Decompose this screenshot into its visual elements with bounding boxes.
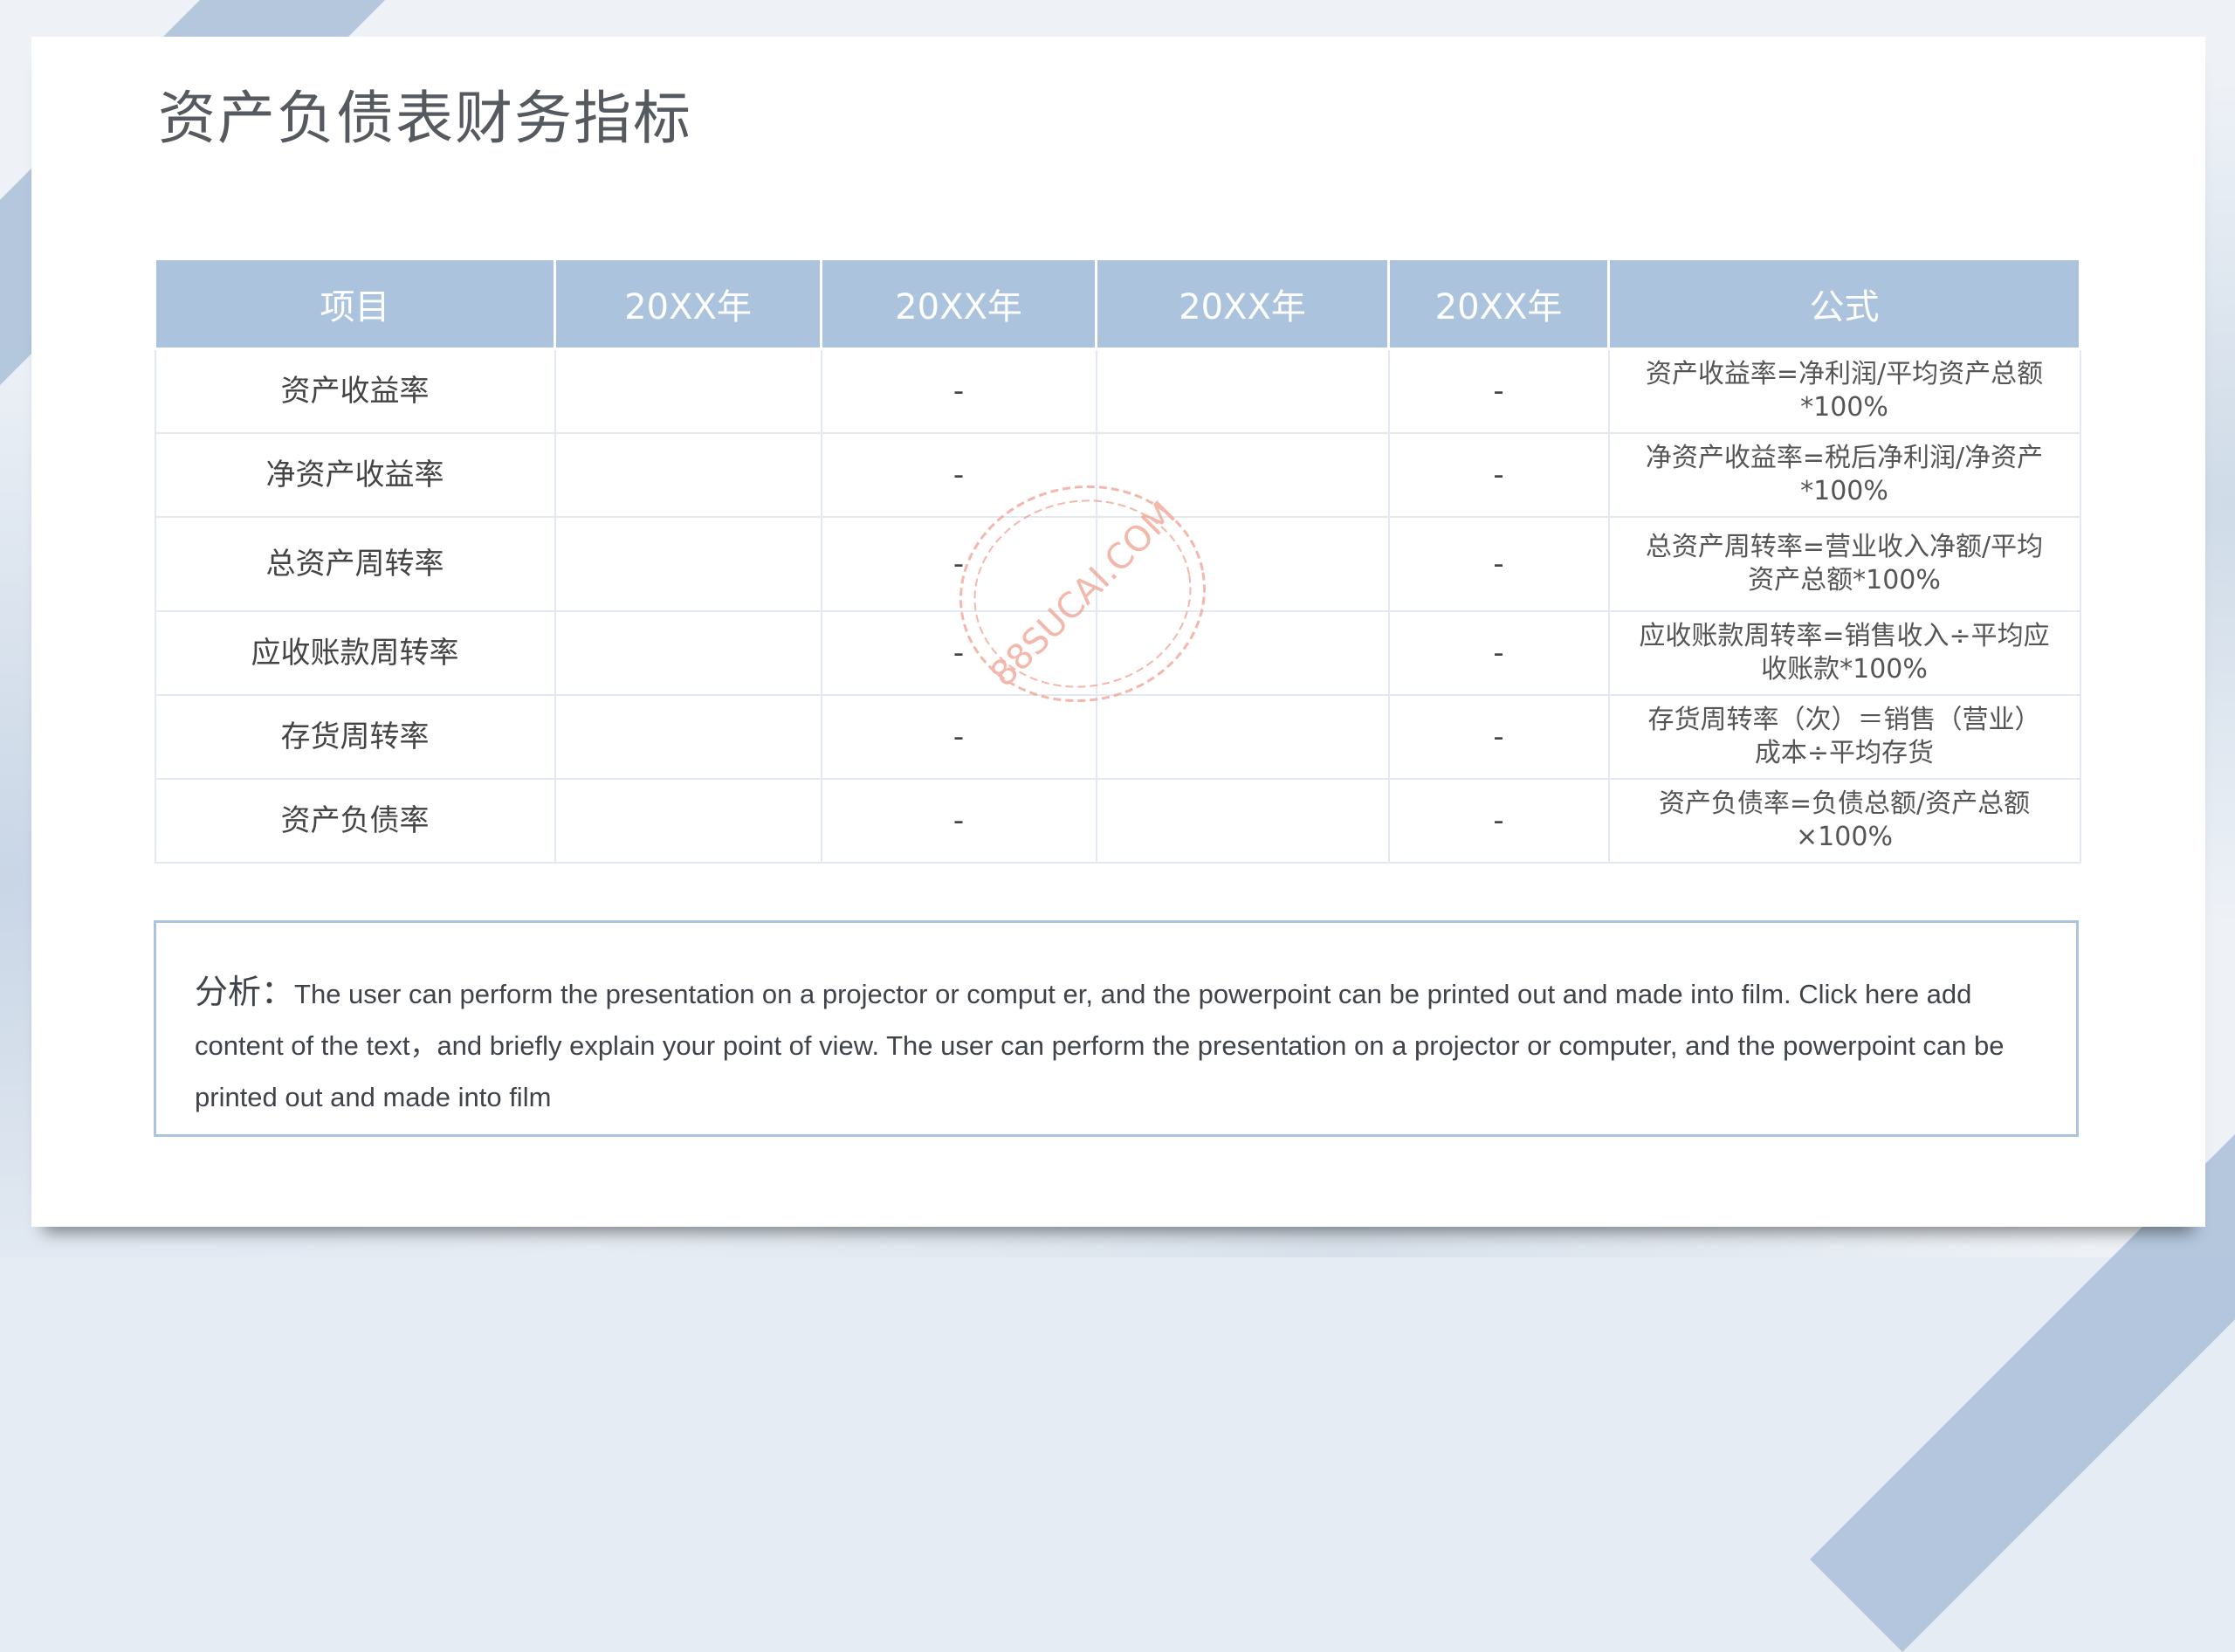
header-year-4: 20XX年 (1387, 258, 1610, 350)
header-formula: 公式 (1607, 258, 2081, 350)
cell-year-2: - (820, 610, 1097, 696)
cell-year-3 (1095, 516, 1390, 612)
cell-year-3 (1095, 610, 1390, 696)
formula-line-1: 存货周转率（次）＝销售（营业） (1647, 705, 2041, 735)
header-year-3: 20XX年 (1095, 258, 1390, 350)
analysis-text: The user can perform the presentation on… (195, 979, 2005, 1112)
header-year-2: 20XX年 (820, 258, 1097, 350)
cell-year-4: - (1387, 348, 1610, 434)
formula-line-2: 资产总额*100% (1748, 565, 1941, 595)
cell-formula: 存货周转率（次）＝销售（营业） 成本÷平均存货 (1607, 694, 2081, 780)
formula-line-2: 收账款*100% (1761, 654, 1928, 685)
cell-item: 资产负债率 (154, 778, 556, 864)
formula-line-2: 成本÷平均存货 (1754, 738, 1935, 768)
cell-formula: 净资产收益率=税后净利润/净资产 *100% (1607, 432, 2081, 518)
formula-line-1: 总资产周转率=营业收入净额/平均 (1645, 532, 2044, 562)
formula-line-1: 应收账款周转率=销售收入÷平均应 (1639, 621, 2050, 651)
cell-year-2: - (820, 778, 1097, 864)
table-row: 资产收益率 - - 资产收益率=净利润/平均资产总额 *100% (154, 348, 2081, 434)
cell-year-2: - (820, 348, 1097, 434)
cell-year-2: - (820, 694, 1097, 780)
cell-formula: 总资产周转率=营业收入净额/平均 资产总额*100% (1607, 516, 2081, 612)
cell-year-4: - (1387, 516, 1610, 612)
cell-formula: 应收账款周转率=销售收入÷平均应 收账款*100% (1607, 610, 2081, 696)
cell-year-1 (554, 432, 822, 518)
page-title: 资产负债表财务指标 (158, 85, 692, 152)
cell-item: 应收账款周转率 (154, 610, 556, 696)
cell-year-3 (1095, 348, 1390, 434)
table-row: 总资产周转率 - - 总资产周转率=营业收入净额/平均 资产总额*100% (154, 516, 2081, 612)
cell-year-1 (554, 516, 822, 612)
cell-year-4: - (1387, 610, 1610, 696)
cell-formula: 资产负债率=负债总额/资产总额 ×100% (1607, 778, 2081, 864)
table-row: 资产负债率 - - 资产负债率=负债总额/资产总额 ×100% (154, 778, 2081, 864)
formula-line-2: *100% (1800, 392, 1888, 423)
cell-year-4: - (1387, 778, 1610, 864)
cell-item: 存货周转率 (154, 694, 556, 780)
formula-line-2: ×100% (1796, 822, 1893, 852)
formula-line-2: *100% (1800, 476, 1888, 506)
header-year-1: 20XX年 (554, 258, 822, 350)
cell-year-3 (1095, 694, 1390, 780)
cell-year-1 (554, 694, 822, 780)
header-item: 项目 (154, 258, 556, 350)
table-header-row: 项目 20XX年 20XX年 20XX年 20XX年 公式 (154, 258, 2081, 350)
slide-card: 资产负债表财务指标 项目 20XX年 20XX年 20XX年 20XX年 公式 … (31, 37, 2205, 1227)
cell-item: 总资产周转率 (154, 516, 556, 612)
formula-line-1: 资产收益率=净利润/平均资产总额 (1645, 359, 2044, 389)
cell-year-3 (1095, 778, 1390, 864)
analysis-box: 分析：The user can perform the presentation… (154, 920, 2079, 1137)
cell-year-1 (554, 610, 822, 696)
cell-year-1 (554, 348, 822, 434)
cell-year-4: - (1387, 432, 1610, 518)
cell-formula: 资产收益率=净利润/平均资产总额 *100% (1607, 348, 2081, 434)
analysis-label: 分析： (195, 973, 295, 1011)
cell-item: 净资产收益率 (154, 432, 556, 518)
table-row: 应收账款周转率 - - 应收账款周转率=销售收入÷平均应 收账款*100% (154, 610, 2081, 696)
cell-item: 资产收益率 (154, 348, 556, 434)
cell-year-2: - (820, 432, 1097, 518)
cell-year-2: - (820, 516, 1097, 612)
formula-line-1: 净资产收益率=税后净利润/净资产 (1645, 443, 2044, 473)
cell-year-3 (1095, 432, 1390, 518)
financial-indicator-table: 项目 20XX年 20XX年 20XX年 20XX年 公式 资产收益率 - - … (154, 258, 2081, 864)
cell-year-1 (554, 778, 822, 864)
cell-year-4: - (1387, 694, 1610, 780)
table-row: 存货周转率 - - 存货周转率（次）＝销售（营业） 成本÷平均存货 (154, 694, 2081, 780)
table-row: 净资产收益率 - - 净资产收益率=税后净利润/净资产 *100% (154, 432, 2081, 518)
formula-line-1: 资产负债率=负债总额/资产总额 (1658, 788, 2031, 819)
